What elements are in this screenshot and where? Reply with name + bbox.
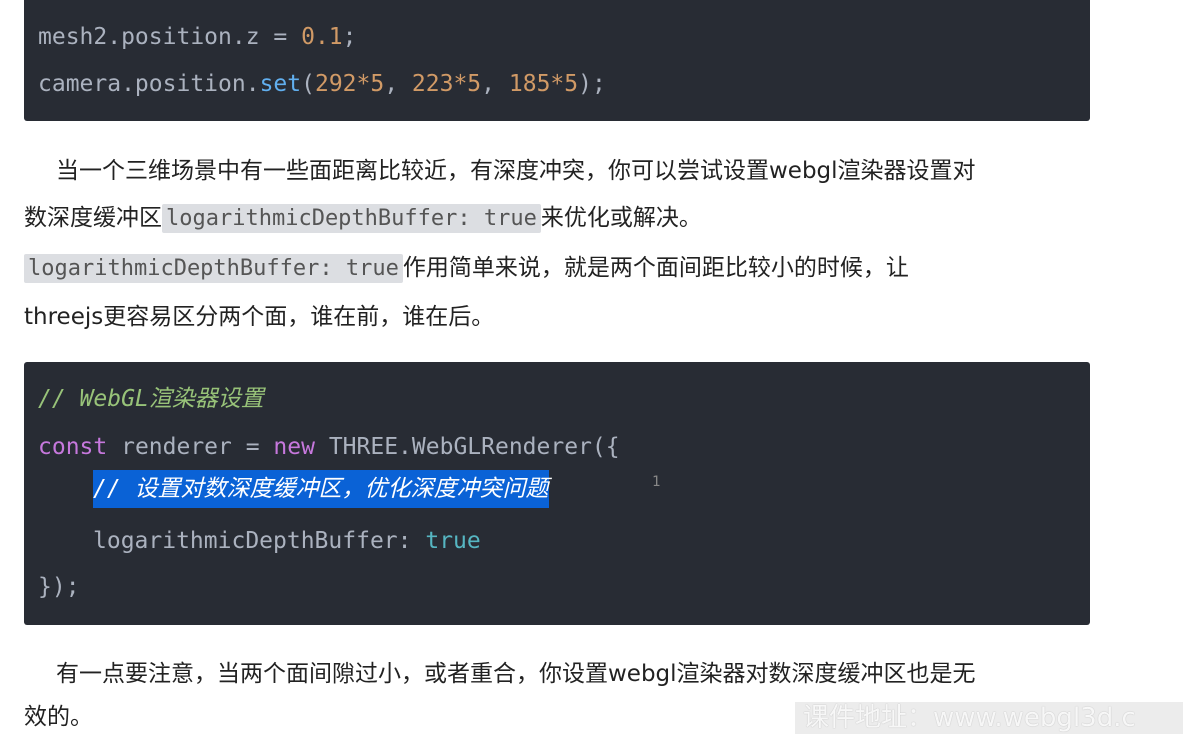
paragraph-text: 作用简单来说，就是两个面间距比较小的时候，让 [402, 255, 909, 281]
code-punct: ( [301, 71, 315, 97]
code-punct: , [481, 71, 509, 97]
paragraph-text: 数深度缓冲区 [24, 205, 162, 231]
code-number: 292*5 [314, 71, 385, 97]
paragraph-depth-conflict-line1: 当一个三维场景中有一些面距离比较近，有深度冲突，你可以尝试设置webgl渲染器设… [56, 158, 976, 184]
paragraph-depth-conflict-line3: logarithmicDepthBuffer: true 作用简单来说，就是两个面… [24, 253, 1094, 284]
code-line-selected-comment[interactable]: // 设置对数深度缓冲区，优化深度冲突问题 [93, 470, 549, 508]
line-number: 1 [652, 474, 661, 490]
paragraph-note-line1: 有一点要注意，当两个面间隙过小，或者重合，你设置webgl渲染器对数深度缓冲区也… [56, 661, 976, 687]
code-line-mesh2: mesh2.position.z = 0.1; [38, 22, 357, 52]
code-keyword: new [273, 434, 315, 460]
code-block-renderer: // WebGL渲染器设置 const renderer = new THREE… [24, 362, 1090, 625]
paragraph-depth-conflict-line4: threejs更容易区分两个面，谁在前，谁在后。 [24, 304, 495, 330]
code-keyword: const [38, 434, 108, 460]
code-operator: = [259, 24, 302, 50]
code-number: 185*5 [508, 71, 579, 97]
code-text: renderer = [107, 434, 274, 460]
code-punct: , [384, 71, 412, 97]
code-text: camera.position. [38, 71, 260, 97]
selected-comment[interactable]: // 设置对数深度缓冲区，优化深度冲突问题 [93, 470, 549, 508]
code-line-renderer: const renderer = new THREE.WebGLRenderer… [38, 432, 620, 462]
code-boolean: true [425, 528, 481, 554]
code-line-camera: camera.position.set(292*5, 223*5, 185*5)… [38, 69, 606, 99]
code-line-option: logarithmicDepthBuffer: true [93, 526, 481, 556]
paragraph-text: 来优化或解决。 [540, 205, 702, 231]
watermark: 课件地址：www.webgl3d.c [795, 702, 1183, 734]
code-number: 0.1 [301, 24, 343, 50]
code-text: mesh2.position.z [38, 24, 260, 50]
code-punct: ); [578, 71, 606, 97]
code-text: THREE.WebGLRenderer({ [314, 434, 620, 460]
paragraph-depth-conflict-line2: 数深度缓冲区 logarithmicDepthBuffer: true 来优化或解决… [24, 203, 1094, 234]
code-function: set [259, 71, 302, 97]
code-punct: ; [342, 24, 357, 50]
code-block-camera: mesh2.position.z = 0.1; camera.position.… [24, 0, 1090, 121]
code-number: 223*5 [411, 71, 482, 97]
inline-code: logarithmicDepthBuffer: true [24, 254, 403, 283]
code-property: logarithmicDepthBuffer: [93, 528, 426, 554]
code-comment: // WebGL渲染器设置 [38, 386, 264, 412]
inline-code: logarithmicDepthBuffer: true [162, 204, 541, 233]
code-line-close: }); [38, 574, 80, 600]
